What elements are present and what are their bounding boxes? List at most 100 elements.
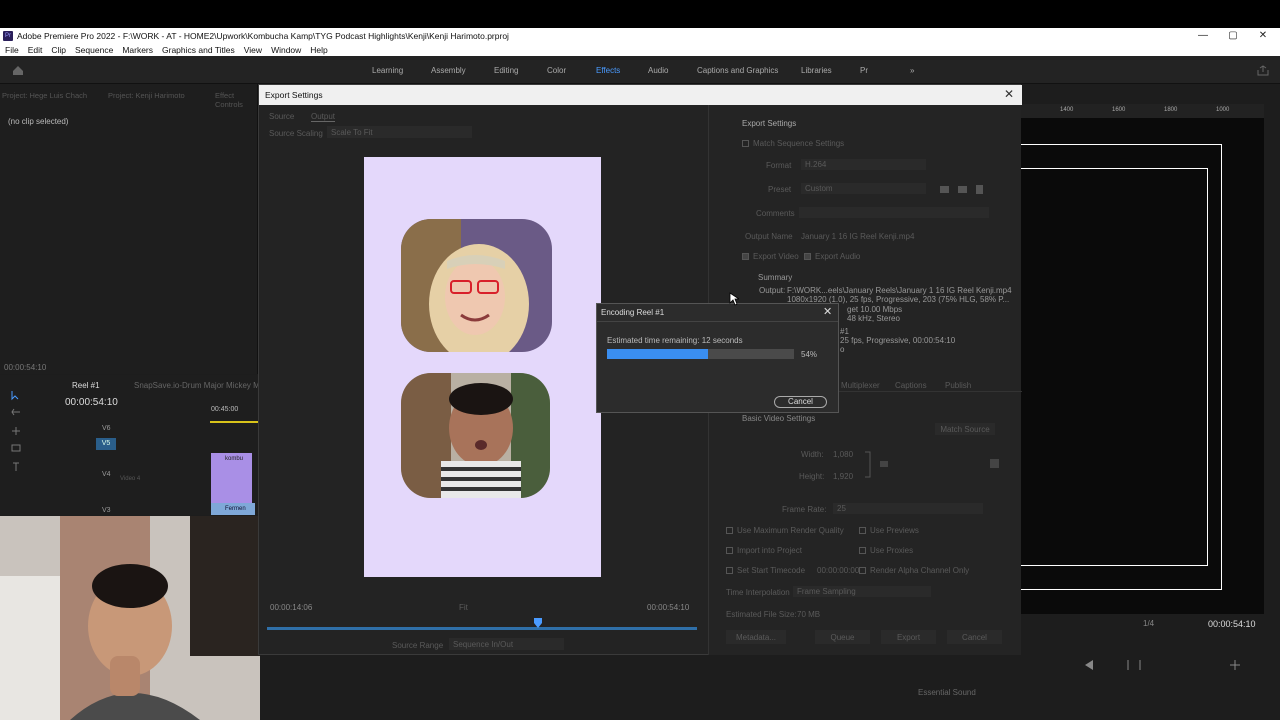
render-alpha-checkbox[interactable]: Render Alpha Channel Only [859,566,969,575]
preset-action-icons[interactable] [938,183,986,195]
preview-scrubber[interactable] [267,627,697,630]
comments-field[interactable] [799,207,989,218]
source-scaling-label: Source Scaling [269,129,323,138]
close-window-button[interactable]: ✕ [1248,28,1278,43]
export-button[interactable]: Export [881,630,936,644]
workspace-pr[interactable]: Pr [860,66,868,75]
match-source-button[interactable]: Match Source [935,423,995,435]
tab-source[interactable]: Source [269,112,294,121]
share-icon[interactable] [1257,65,1269,76]
timeline-panel: Reel #1 SnapSave.io-Drum Major Mickey Mo… [0,375,264,515]
use-previews-label: Use Previews [870,526,919,535]
match-sequence-checkbox[interactable]: Match Sequence Settings [742,139,844,148]
workspace-audio[interactable]: Audio [648,66,668,75]
workspace-editing[interactable]: Editing [494,66,518,75]
output-name-label: Output Name [745,232,793,241]
link-aspect-icon[interactable] [863,451,893,479]
start-timecode-value[interactable]: 00:00:00:00 [817,566,859,575]
timeline-timecode[interactable]: 00:00:54:10 [65,397,118,408]
use-previews-checkbox[interactable]: Use Previews [859,526,919,535]
output-name-link[interactable]: January 1 16 IG Reel Kenji.mp4 [801,232,914,241]
frame-rate-select[interactable]: 25 [833,503,983,514]
tab-multiplexer[interactable]: Multiplexer [841,381,880,390]
workspace-learning[interactable]: Learning [372,66,403,75]
play-icon [1085,660,1093,670]
height-value[interactable]: 1,920 [833,472,853,481]
workspace-effects[interactable]: Effects [596,66,620,75]
source-scaling-select[interactable]: Scale To Fit [327,126,472,138]
transport-controls[interactable] [960,658,1260,672]
tab-output[interactable]: Output [311,112,336,122]
format-label: Format [766,161,792,170]
cancel-export-button[interactable]: Cancel [947,630,1002,644]
use-proxies-checkbox[interactable]: Use Proxies [859,546,913,555]
tab-project-hege[interactable]: Project: Hege Luis Chach [2,91,87,100]
summary-output-line-4: 48 kHz, Stereo [847,314,900,323]
workspace-bar: Learning Assembly Editing Color Effects … [0,56,1280,84]
max-render-checkbox[interactable]: Use Maximum Render Quality [726,526,844,535]
encoding-percent: 54% [801,350,818,359]
menu-help[interactable]: Help [310,45,327,55]
encoding-close-icon[interactable]: ✕ [823,305,832,318]
workspace-assembly[interactable]: Assembly [431,66,466,75]
tab-captions[interactable]: Captions [895,381,927,390]
video-checkbox[interactable] [990,459,999,468]
menu-sequence[interactable]: Sequence [75,45,113,55]
summary-output-line-3: get 10.00 Mbps [847,305,903,314]
essential-sound-label: Essential Sound [918,688,976,697]
workspace-captions-graphics[interactable]: Captions and Graphics [697,66,778,75]
add-icon [1230,660,1240,670]
menu-file[interactable]: File [5,45,19,55]
menu-markers[interactable]: Markers [122,45,153,55]
tab-project-kenji[interactable]: Project: Kenji Harimoto [108,91,185,100]
export-audio-checkbox[interactable]: Export Audio [804,252,860,261]
webcam-person-image [0,516,260,720]
maximize-button[interactable]: ▢ [1218,28,1248,43]
start-timecode-checkbox[interactable]: Set Start Timecode [726,566,805,575]
width-label: Width: [801,450,824,459]
menu-edit[interactable]: Edit [28,45,43,55]
source-range-select[interactable]: Sequence In/Out [449,638,564,650]
timeline-tab-reel[interactable]: Reel #1 [72,381,100,390]
menu-clip[interactable]: Clip [51,45,66,55]
export-video-checkbox[interactable]: Export Video [742,252,799,261]
tools-panel [6,385,44,485]
timeline-tab-snapsave[interactable]: SnapSave.io-Drum Major Mickey Mo [134,381,264,390]
export-video-label: Export Video [753,252,799,261]
summary-output-label: Output: [759,286,786,295]
start-timecode-label: Set Start Timecode [737,566,806,575]
top-strip [0,0,1280,28]
preview-timecode-in[interactable]: 00:00:14:06 [270,603,312,612]
clip-kombu[interactable]: kombu [211,453,252,507]
left-panel-tabs: Project: Hege Luis Chach Project: Kenji … [0,88,258,109]
preset-select[interactable]: Custom [801,183,926,194]
menu-window[interactable]: Window [271,45,301,55]
menu-view[interactable]: View [244,45,262,55]
program-zoom[interactable]: 1/4 [1143,619,1154,628]
workspace-libraries[interactable]: Libraries [801,66,832,75]
track-v6-label[interactable]: V6 [102,425,111,432]
export-preview [364,157,601,577]
menu-graphics-titles[interactable]: Graphics and Titles [162,45,235,55]
workspace-color[interactable]: Color [547,66,566,75]
time-interp-select[interactable]: Frame Sampling [793,586,931,597]
format-select[interactable]: H.264 [801,159,926,170]
home-icon[interactable] [12,65,24,76]
width-value[interactable]: 1,080 [833,450,853,459]
encoding-remaining: Estimated time remaining: 12 seconds [607,336,743,345]
encoding-cancel-button[interactable]: Cancel [774,396,827,408]
track-v4-label[interactable]: V4 [102,471,111,478]
tab-publish[interactable]: Publish [945,381,971,390]
metadata-button[interactable]: Metadata... [726,630,786,644]
playhead-marker-icon[interactable] [533,617,543,629]
tab-effect-controls[interactable]: Effect Controls [215,91,258,109]
workspace-more-button[interactable]: » [910,66,914,75]
track-v3-label[interactable]: V3 [102,507,111,514]
minimize-button[interactable]: — [1188,28,1218,43]
import-project-checkbox[interactable]: Import into Project [726,546,802,555]
preview-fit-select[interactable]: Fit [459,603,468,612]
queue-button[interactable]: Queue [815,630,870,644]
track-v5-label[interactable]: V5 [96,438,116,450]
clip-fermen[interactable]: Fermen [211,503,255,515]
close-icon[interactable]: ✕ [1002,87,1016,101]
